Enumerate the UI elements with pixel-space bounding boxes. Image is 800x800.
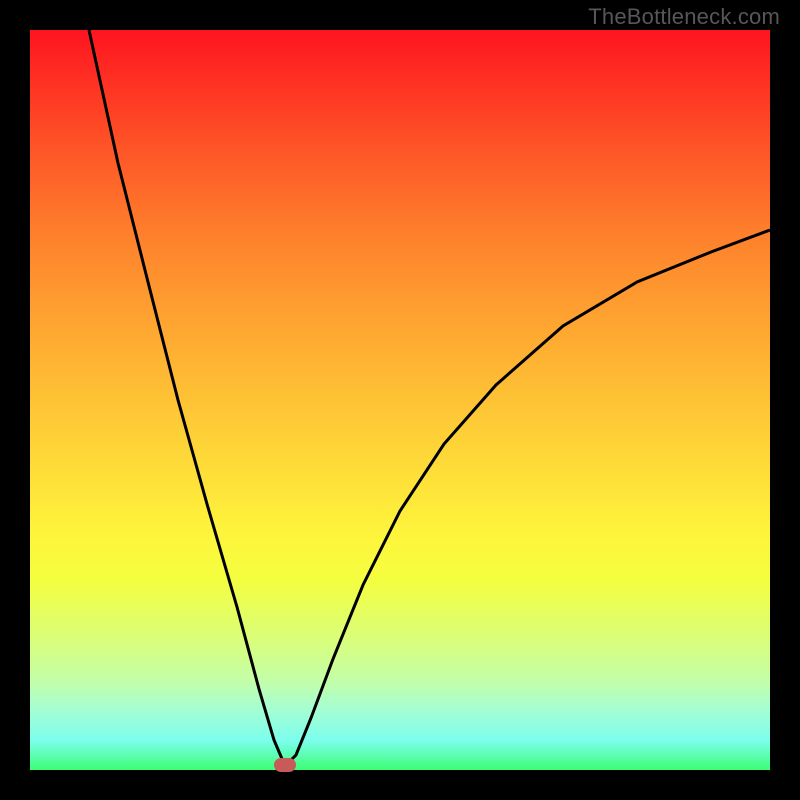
optimal-point-marker xyxy=(274,758,296,772)
chart-frame: TheBottleneck.com xyxy=(0,0,800,800)
watermark-text: TheBottleneck.com xyxy=(588,4,780,30)
bottleneck-curve xyxy=(89,30,770,766)
curve-svg xyxy=(30,30,770,770)
plot-area xyxy=(30,30,770,770)
